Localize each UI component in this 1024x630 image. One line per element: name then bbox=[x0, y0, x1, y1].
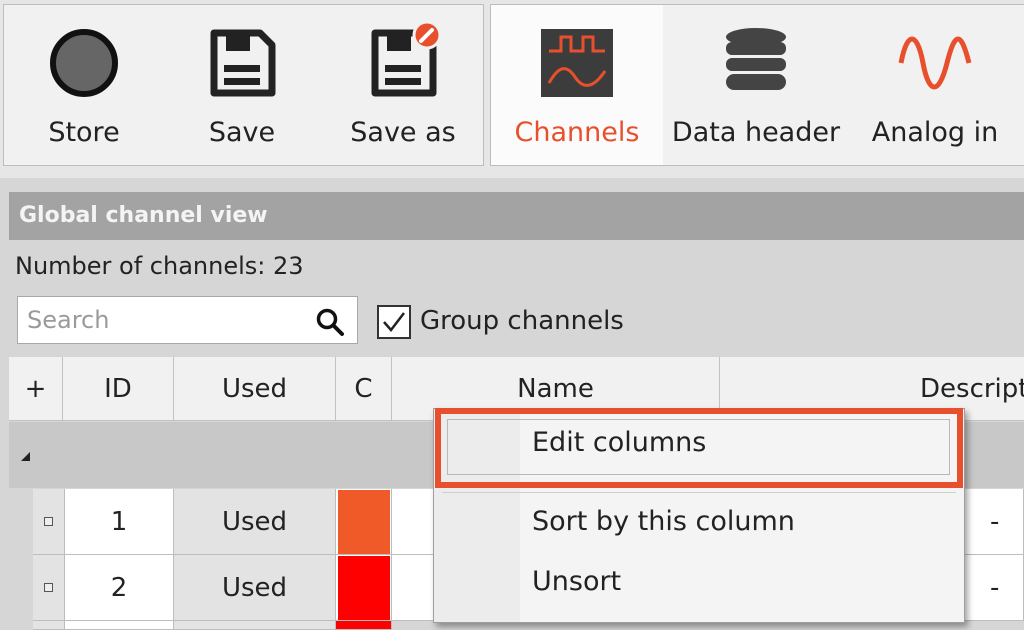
cell-id: 2 bbox=[65, 555, 174, 621]
save-as-button[interactable]: Save as bbox=[324, 5, 482, 165]
sine-wave-icon bbox=[898, 36, 972, 90]
cell-used[interactable]: Used bbox=[174, 489, 336, 555]
menu-item-unsort[interactable]: Unsort bbox=[532, 566, 621, 597]
group-channels-checkbox[interactable] bbox=[377, 305, 411, 339]
channels-icon bbox=[541, 29, 613, 97]
channel-count: Number of channels: 23 bbox=[15, 252, 304, 280]
database-icon bbox=[726, 28, 786, 90]
channels-label: Channels bbox=[514, 117, 640, 148]
row-selector[interactable] bbox=[33, 555, 65, 621]
ribbon-group-file: Store Save Save as bbox=[3, 4, 484, 166]
column-header-add[interactable]: + bbox=[9, 357, 63, 421]
row-handle-icon bbox=[44, 517, 53, 526]
cell-color[interactable] bbox=[336, 489, 392, 555]
save-icon bbox=[210, 29, 276, 97]
save-label: Save bbox=[208, 117, 276, 148]
channels-button[interactable]: Channels bbox=[491, 5, 663, 165]
search-placeholder: Search bbox=[27, 306, 110, 334]
data-header-label: Data header bbox=[671, 117, 841, 148]
highlight-frame bbox=[435, 408, 963, 488]
column-header-used[interactable]: Used bbox=[174, 357, 336, 421]
collapse-triangle-icon[interactable] bbox=[21, 452, 30, 461]
cell-color[interactable] bbox=[336, 555, 392, 621]
menu-separator bbox=[442, 492, 956, 493]
column-header-color[interactable]: C bbox=[336, 357, 392, 421]
save-button[interactable]: Save bbox=[164, 5, 320, 165]
column-header-id[interactable]: ID bbox=[63, 357, 174, 421]
search-icon[interactable] bbox=[315, 307, 345, 337]
analog-in-button[interactable]: Analog in bbox=[849, 5, 1021, 165]
save-as-icon bbox=[371, 23, 442, 97]
row-selector[interactable] bbox=[33, 489, 65, 555]
row-handle-icon bbox=[44, 583, 53, 592]
store-icon bbox=[50, 29, 118, 97]
panel-header: Global channel view bbox=[9, 192, 1024, 240]
checkmark-icon bbox=[383, 312, 405, 332]
data-header-button[interactable]: Data header bbox=[667, 5, 845, 165]
store-button[interactable]: Store bbox=[8, 5, 160, 165]
channel-color-swatch bbox=[337, 489, 390, 554]
group-channels-label: Group channels bbox=[420, 306, 624, 336]
panel-title: Global channel view bbox=[19, 203, 268, 228]
ribbon-group-setup: Channels Data header Analog in bbox=[490, 4, 1024, 166]
store-label: Store bbox=[48, 117, 120, 148]
save-as-label: Save as bbox=[350, 117, 456, 148]
channel-color-swatch bbox=[337, 555, 390, 620]
search-input[interactable]: Search bbox=[17, 296, 358, 344]
analog-in-label: Analog in bbox=[871, 117, 999, 148]
cell-used[interactable]: Used bbox=[174, 555, 336, 621]
cell-id: 1 bbox=[65, 489, 174, 555]
ribbon-toolbar: Store Save Save as Channels Data header … bbox=[0, 0, 1024, 178]
menu-item-sort-by-column[interactable]: Sort by this column bbox=[532, 506, 795, 537]
